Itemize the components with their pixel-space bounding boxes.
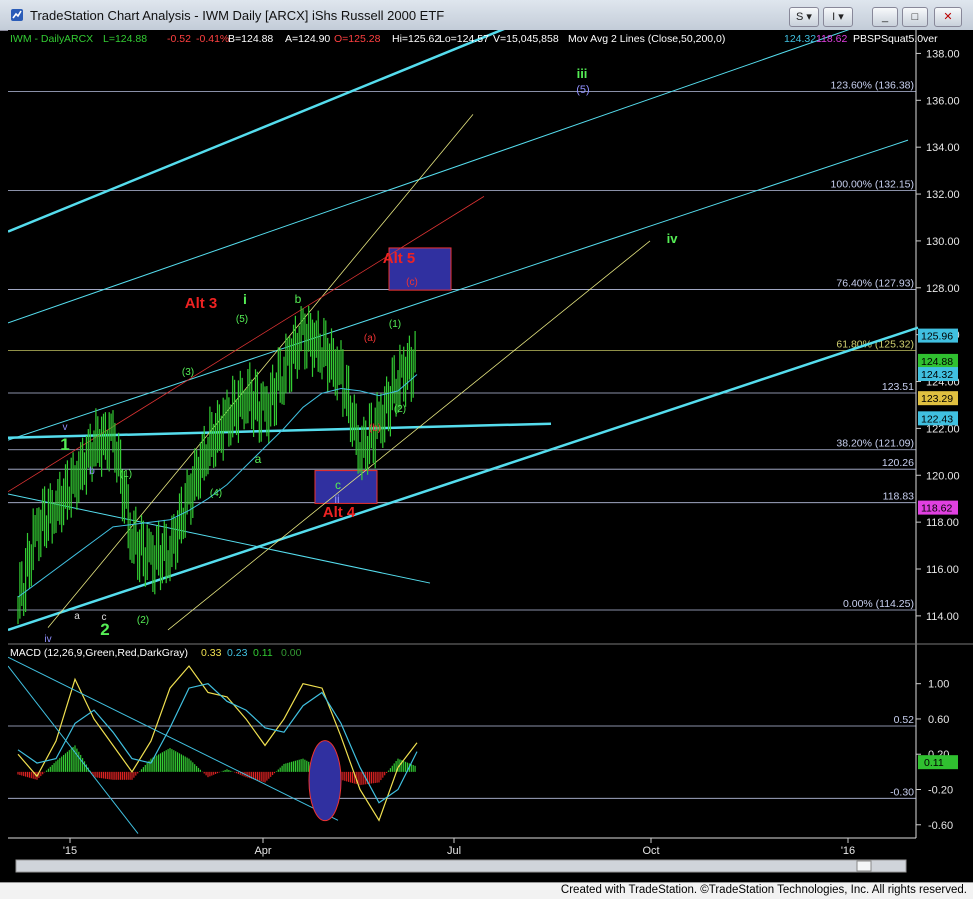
window-title: TradeStation Chart Analysis - IWM Daily …	[30, 8, 445, 23]
wave-label: (c)	[406, 277, 418, 288]
fib-level-label: 120.26	[882, 457, 914, 469]
price-header-field: -0.52	[167, 33, 191, 45]
fib-level-label: 76.40% (127.93)	[836, 277, 914, 289]
macd-header-field: MACD (12,26,9,Green,Red,DarkGray)	[10, 647, 188, 659]
macd-level-label: 0.52	[894, 714, 915, 726]
fib-level-label: 123.60% (136.38)	[831, 79, 914, 91]
price-header-field: Mov Avg 2 Lines (Close,50,200,0)	[568, 33, 725, 45]
price-header-field: 124.32	[784, 33, 816, 45]
wave-label: (3)	[182, 367, 194, 378]
price-tick-label: 132.00	[926, 189, 960, 201]
wave-label: c	[102, 612, 107, 623]
price-tick-label: 116.00	[926, 564, 959, 576]
macd-header-field: 0.11	[253, 647, 273, 659]
price-header-field: V=15,045,858	[493, 33, 559, 45]
wave-label: b	[89, 466, 95, 477]
wave-label: (5)	[576, 84, 589, 96]
price-tick-label: 120.00	[926, 470, 960, 482]
macd-value-tag-label: 0.11	[924, 757, 944, 769]
price-tick-label: 128.00	[926, 283, 960, 295]
wave-label: b	[295, 292, 302, 306]
price-tag-label: 124.88	[921, 356, 953, 368]
wave-label: (5)	[236, 314, 248, 325]
wave-label: (2)	[394, 404, 406, 415]
price-tick-label: 138.00	[926, 48, 960, 60]
time-tick-label: '15	[63, 845, 77, 857]
macd-tick-label: -0.20	[928, 785, 953, 797]
macd-tick-label: -0.60	[928, 820, 953, 832]
macd-tick-label: 1.00	[928, 679, 949, 691]
wave-label: (4)	[210, 488, 222, 499]
fib-level-label: 38.20% (121.09)	[836, 438, 914, 450]
macd-tick-label: 0.60	[928, 714, 949, 726]
price-tag-label: 118.62	[921, 503, 952, 515]
macd-highlight-ellipse	[308, 740, 342, 822]
macd-header-field: 0.33	[201, 647, 222, 659]
price-header-field: Hi=125.62	[392, 33, 440, 45]
price-header-field: A=124.90	[285, 33, 330, 45]
wave-label: iv	[667, 231, 679, 246]
fib-level-label: 123.51	[882, 381, 914, 393]
wave-label: (2)	[137, 615, 149, 626]
chart-canvas[interactable]: 138.00136.00134.00132.00130.00128.00126.…	[8, 30, 973, 882]
wave-label: 1	[60, 435, 69, 454]
price-tag-label: 125.96	[921, 331, 953, 343]
wave-label: a	[255, 452, 262, 466]
price-tag-label: 124.32	[921, 369, 953, 381]
maximize-button[interactable]: □	[902, 7, 928, 27]
price-header-field: B=124.88	[228, 33, 273, 45]
wave-label: i	[243, 291, 247, 307]
fib-level-label: 0.00% (114.25)	[843, 598, 914, 610]
macd-header-field: 0.00	[281, 647, 302, 659]
wave-label: Alt 4	[323, 504, 356, 521]
price-tag-label: 122.43	[921, 413, 953, 425]
insert-menu-button[interactable]: I ▾	[823, 7, 853, 27]
price-tick-label: 130.00	[926, 236, 960, 248]
wave-label: a	[74, 611, 80, 622]
time-tick-label: '16	[841, 845, 855, 857]
fib-level-label: 100.00% (132.15)	[831, 179, 914, 191]
price-header-field: IWM - Daily	[10, 33, 65, 45]
price-header-field: 118.62	[816, 33, 847, 45]
macd-header-field: 0.23	[227, 647, 248, 659]
wave-label: iv	[44, 634, 51, 645]
price-header-field: PBSPSquat5.0ver	[853, 33, 938, 45]
footer: Created with TradeStation. ©TradeStation…	[0, 882, 973, 899]
time-tick-label: Apr	[254, 845, 271, 857]
chart-background	[8, 30, 973, 882]
scrollbar-thumb[interactable]	[856, 860, 872, 872]
price-header-field: L=124.88	[103, 33, 147, 45]
wave-label: Alt 5	[383, 250, 416, 267]
tradestation-logo-icon	[11, 9, 23, 21]
fib-level-label: 118.83	[883, 491, 914, 503]
price-tick-label: 118.00	[926, 517, 959, 529]
price-header-field: ARCX	[64, 33, 93, 45]
horizontal-scrollbar[interactable]	[15, 859, 907, 873]
price-tick-label: 134.00	[926, 142, 960, 154]
wave-label: v	[63, 422, 68, 433]
wave-label: (1)	[120, 469, 132, 480]
time-tick-label: Oct	[642, 845, 659, 857]
footer-credit: Created with TradeStation. ©TradeStation…	[560, 884, 967, 896]
minimize-button[interactable]: _	[872, 7, 898, 27]
wave-label: c	[335, 478, 341, 492]
wave-label: (a)	[364, 333, 376, 344]
close-button[interactable]: ✕	[934, 7, 962, 27]
fib-level-label: 61.80% (125.32)	[836, 339, 914, 351]
price-tick-label: 136.00	[926, 95, 960, 107]
time-tick-label: Jul	[447, 845, 461, 857]
wave-label: (b)	[369, 423, 381, 434]
price-tick-label: 114.00	[926, 611, 959, 623]
price-header-field: -0.41%	[196, 33, 229, 45]
price-header-field: Lo=124.57	[439, 33, 489, 45]
price-tag-label: 123.29	[921, 393, 953, 405]
style-menu-button[interactable]: S ▾	[789, 7, 819, 27]
wave-label: iii	[577, 66, 588, 81]
alt4-target-box	[314, 470, 378, 504]
macd-level-label: -0.30	[890, 786, 914, 798]
wave-label: Alt 3	[185, 295, 218, 312]
title-bar: TradeStation Chart Analysis - IWM Daily …	[0, 0, 973, 31]
price-header-field: O=125.28	[334, 33, 381, 45]
wave-label: (1)	[389, 319, 401, 330]
